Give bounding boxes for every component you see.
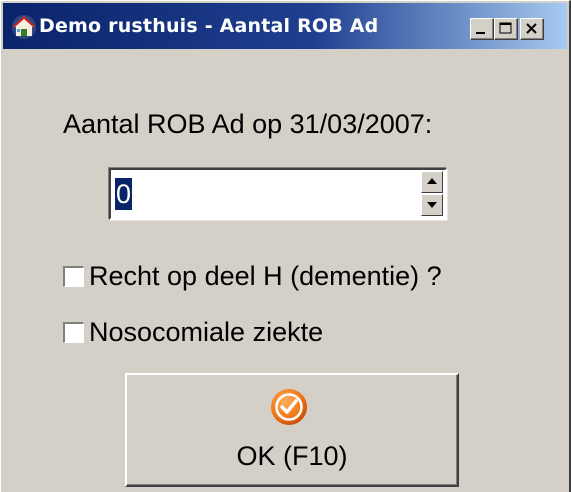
nosocomial-checkbox-label[interactable]: Nosocomiale ziekte [89,317,323,348]
close-button[interactable] [520,18,544,40]
count-prompt-label: Aantal ROB Ad op 31/03/2007: [63,109,433,139]
maximize-icon [499,22,512,34]
ok-button[interactable]: OK (F10) [125,373,459,487]
nosocomial-checkbox[interactable] [63,322,84,343]
spinner-down-button[interactable] [421,194,443,216]
dementia-checkbox[interactable] [63,266,84,287]
maximize-button[interactable] [494,18,518,40]
minimize-icon [476,32,485,34]
count-spinner[interactable]: 0 [109,168,447,220]
nosocomial-checkbox-row[interactable]: Nosocomiale ziekte [63,317,323,348]
window-title: Demo rusthuis - Aantal ROB Ad [39,15,379,37]
ok-button-label: OK (F10) [236,441,348,471]
count-spinner-input[interactable]: 0 [115,178,133,210]
arrow-up-icon [427,178,437,184]
minimize-button[interactable] [470,18,494,40]
close-icon [526,23,537,34]
checkmark-circle-icon [271,389,307,425]
title-bar[interactable]: Demo rusthuis - Aantal ROB Ad [3,3,567,49]
dementia-checkbox-row[interactable]: Recht op deel H (dementie) ? [63,261,442,292]
house-icon [12,15,36,39]
dementia-checkbox-label[interactable]: Recht op deel H (dementie) ? [89,261,442,292]
arrow-down-icon [427,202,437,208]
dialog-window: Demo rusthuis - Aantal ROB Ad Aantal ROB… [0,0,571,492]
spinner-up-button[interactable] [421,171,443,193]
